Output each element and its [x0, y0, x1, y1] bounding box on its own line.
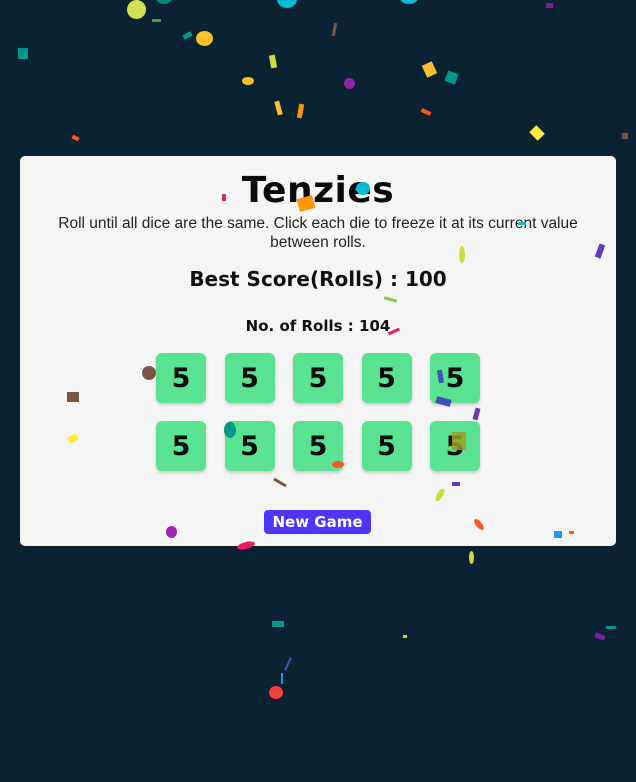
confetti-piece [529, 125, 545, 141]
confetti-piece [420, 108, 432, 116]
die-4[interactable]: 5 [361, 353, 412, 403]
roll-count: No. of Rolls : 104 [245, 317, 391, 335]
confetti-piece [274, 100, 283, 116]
confetti-piece [400, 0, 418, 4]
confetti-piece [269, 686, 283, 699]
confetti-piece [268, 54, 278, 69]
confetti-piece [127, 0, 146, 19]
confetti-piece [594, 632, 606, 641]
confetti-piece [277, 0, 297, 8]
confetti-piece [344, 78, 355, 89]
confetti-piece [296, 103, 305, 119]
confetti-piece [281, 673, 283, 684]
confetti-piece [622, 133, 628, 139]
die-9[interactable]: 5 [361, 421, 412, 471]
die-8[interactable]: 5 [293, 421, 343, 471]
confetti-piece [606, 626, 616, 629]
confetti-piece [182, 31, 193, 40]
die-6[interactable]: 5 [156, 421, 206, 471]
die-7[interactable]: 5 [224, 421, 275, 471]
confetti-piece [546, 3, 553, 8]
dice-grid: 5 5 5 5 5 5 5 5 5 5 [156, 353, 480, 471]
instructions-text: Roll until all dice are the same. Click … [58, 215, 578, 251]
confetti-piece [156, 0, 172, 4]
die-5[interactable]: 5 [430, 353, 480, 403]
die-3[interactable]: 5 [293, 353, 343, 403]
confetti-piece [71, 134, 80, 142]
confetti-piece [272, 621, 284, 627]
die-2[interactable]: 5 [224, 353, 275, 403]
confetti-piece [444, 70, 459, 85]
confetti-piece [196, 31, 213, 46]
confetti-piece [469, 551, 474, 564]
confetti-piece [242, 77, 254, 85]
best-score: Best Score(Rolls) : 100 [189, 267, 447, 291]
confetti-piece [18, 48, 28, 59]
confetti-piece [331, 22, 338, 37]
new-game-button[interactable]: New Game [264, 510, 371, 534]
confetti-piece [421, 61, 438, 78]
die-1[interactable]: 5 [156, 353, 206, 403]
confetti-piece [403, 635, 407, 638]
confetti-piece [152, 19, 161, 22]
confetti-piece [284, 657, 292, 671]
page-title: Tenzies [241, 170, 395, 211]
game-card: Tenzies Roll until all dice are the same… [20, 156, 616, 546]
die-10[interactable]: 5 [430, 421, 480, 471]
